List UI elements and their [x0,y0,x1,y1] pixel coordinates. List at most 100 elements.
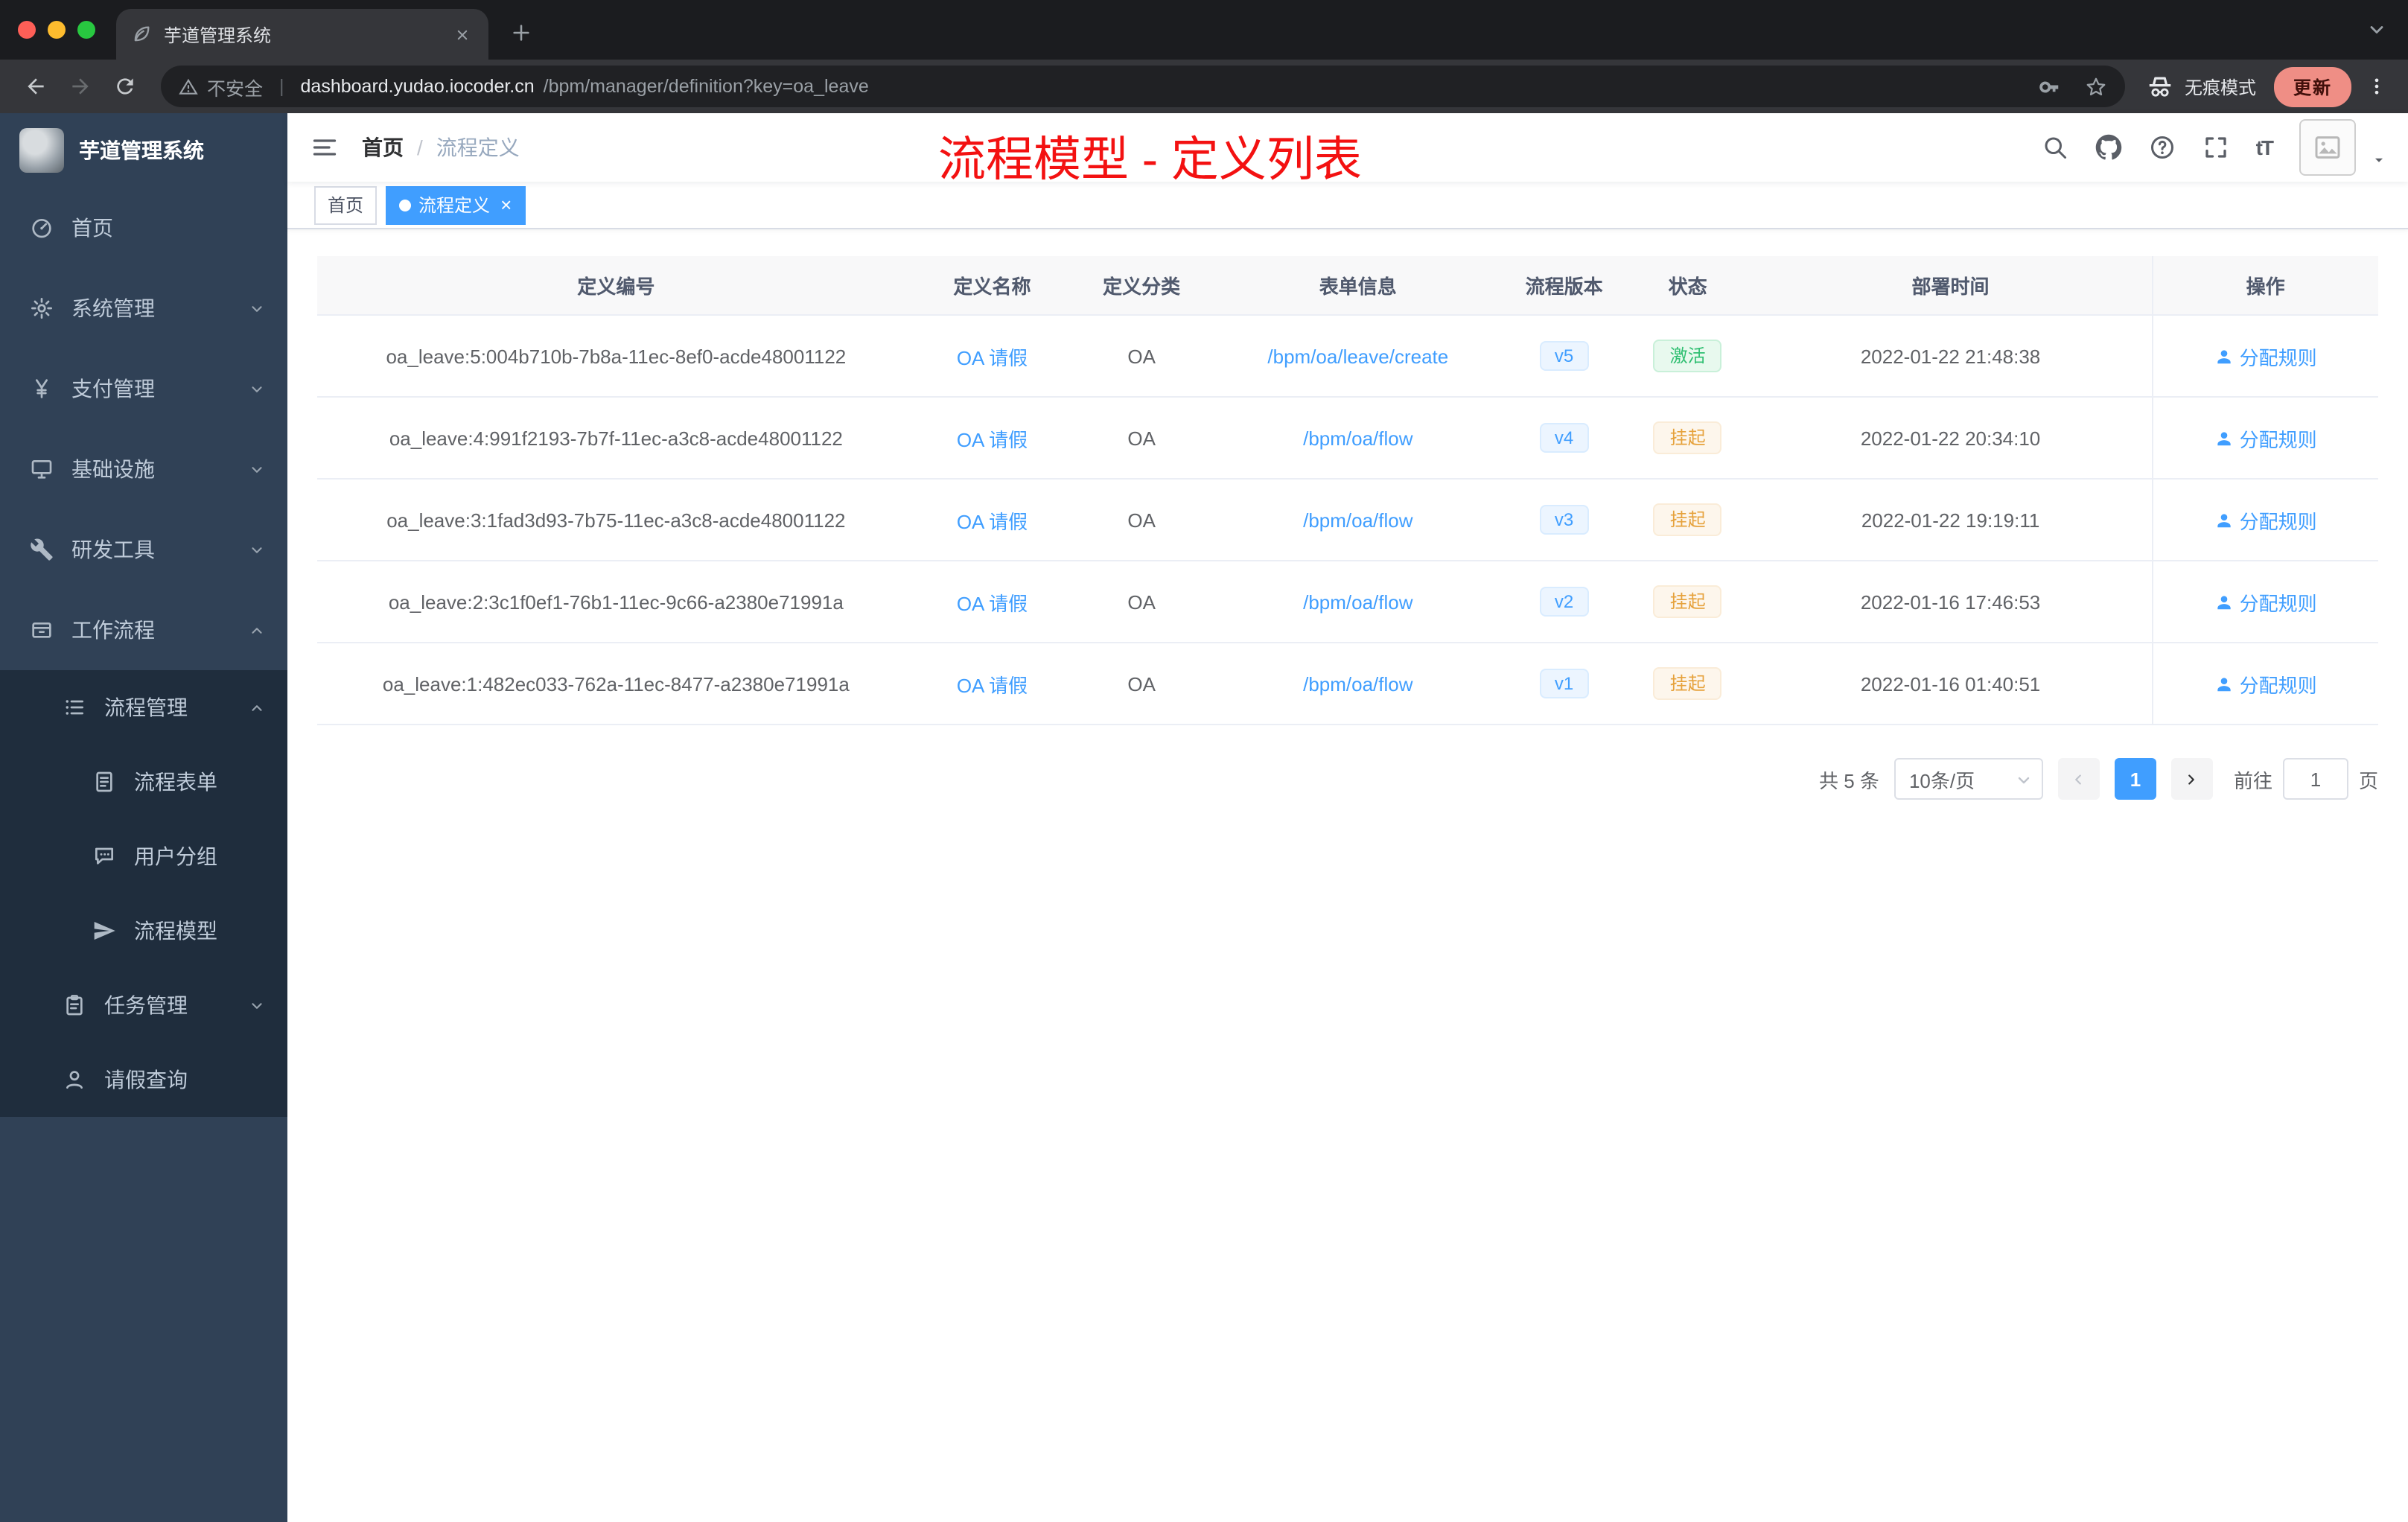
definition-name-link[interactable]: OA 请假 [957,506,1028,534]
assign-rule-link[interactable]: 分配规则 [2214,588,2317,616]
sidebar-item-infrastructure[interactable]: 基础设施 [0,429,287,509]
sidebar-item-leave-query[interactable]: 请假查询 [0,1042,287,1117]
assign-rule-link[interactable]: 分配规则 [2214,424,2317,452]
github-icon[interactable] [2095,134,2122,161]
sidebar-item-home[interactable]: 首页 [0,188,287,268]
page-size-select[interactable]: 10条/页 [1893,758,2043,800]
sidebar-item-user-group[interactable]: 用户分组 [0,819,287,894]
fullscreen-icon[interactable] [2202,134,2229,161]
deploy-time: 2022-01-16 17:46:53 [1860,590,2041,613]
next-page-button[interactable] [2170,758,2213,800]
definition-name-link[interactable]: OA 请假 [957,588,1028,616]
sidebar-item-workflow[interactable]: 工作流程 [0,590,287,670]
user-icon [2214,592,2234,611]
sidebar-item-dev-tools[interactable]: 研发工具 [0,509,287,590]
breadcrumb-home[interactable]: 首页 [362,133,404,162]
logo-title: 芋道管理系统 [79,138,204,162]
tab-search-chevron-icon[interactable] [2366,19,2387,40]
address-bar[interactable]: 不安全 | dashboard.yudao.iocoder.cn/bpm/man… [161,66,2125,107]
goto-page-input[interactable] [2282,758,2348,800]
update-browser-button[interactable]: 更新 [2273,66,2351,106]
definition-name-link[interactable]: OA 请假 [957,669,1028,698]
column-header: 操作 [2151,256,2377,314]
browser-tab[interactable]: 芋道管理系统 [116,9,488,60]
form-link[interactable]: /bpm/oa/leave/create [1267,345,1448,367]
definition-id: oa_leave:4:991f2193-7b7f-11ec-a3c8-acde4… [389,427,843,449]
pagination-jumper: 前往 页 [2234,758,2378,800]
document-icon [92,770,116,794]
sidebar-item-system[interactable]: 系统管理 [0,268,287,348]
incognito-icon [2146,72,2174,101]
table-row: oa_leave:5:004b710b-7b8a-11ec-8ef0-acde4… [317,316,2378,398]
tag-process-definition[interactable]: 流程定义 × [386,185,526,224]
breadcrumb-separator: / [417,136,423,159]
sidebar-item-process-management[interactable]: 流程管理 [0,670,287,745]
hamburger-icon [311,134,338,161]
sidebar-item-task-management[interactable]: 任务管理 [0,968,287,1042]
definition-name-link[interactable]: OA 请假 [957,342,1028,370]
chat-icon [92,844,116,868]
definition-category: OA [1127,345,1156,367]
deploy-time: 2022-01-22 20:34:10 [1860,427,2041,449]
key-icon[interactable] [2039,75,2061,98]
security-label: 不安全 [207,78,264,99]
sidebar-toggle-button[interactable] [287,134,362,161]
definition-name-link[interactable]: OA 请假 [957,424,1028,452]
definition-table: 定义编号 定义名称 定义分类 表单信息 流程版本 状态 部署时间 操作 oa_l… [317,256,2378,725]
send-icon [92,919,116,943]
chevron-down-icon [249,380,265,397]
url-host: dashboard.yudao.iocoder.cn [300,76,535,97]
close-tab-icon[interactable] [450,22,474,46]
content-area: 定义编号 定义名称 定义分类 表单信息 流程版本 状态 部署时间 操作 oa_l… [287,229,2408,827]
chevron-right-icon [2184,771,2200,787]
form-link[interactable]: /bpm/oa/flow [1303,590,1412,613]
active-tag-dot [399,199,412,211]
browser-toolbar: 不安全 | dashboard.yudao.iocoder.cn/bpm/man… [0,60,2408,113]
reload-button[interactable] [104,66,146,107]
maximize-window-button[interactable] [77,21,95,39]
form-link[interactable]: /bpm/oa/flow [1303,509,1412,531]
deploy-time: 2022-01-22 21:48:38 [1860,345,2041,367]
close-window-button[interactable] [18,21,36,39]
navbar-actions: tT [2042,119,2408,176]
chevron-down-icon [249,461,265,477]
avatar-caret-down-icon[interactable] [2371,151,2387,168]
archive-icon [30,618,54,642]
tag-home[interactable]: 首页 [314,185,378,224]
sidebar-logo[interactable]: 芋道管理系统 [0,113,287,188]
avatar[interactable] [2299,119,2356,176]
definition-id: oa_leave:5:004b710b-7b8a-11ec-8ef0-acde4… [386,345,847,367]
user-icon [2214,674,2234,693]
main-panel: 流程模型 - 定义列表 首页 / 流程定义 tT 首页 流程定义 × 定义编号 … [287,113,2408,1522]
assign-rule-link[interactable]: 分配规则 [2214,342,2317,370]
assign-rule-link[interactable]: 分配规则 [2214,506,2317,534]
help-icon[interactable] [2149,134,2176,161]
definition-category: OA [1127,509,1156,531]
definition-id: oa_leave:1:482ec033-762a-11ec-8477-a2380… [382,672,850,695]
forward-button[interactable] [60,66,101,107]
new-tab-button[interactable] [500,12,542,54]
chevron-up-icon [249,699,265,716]
version-badge: v5 [1539,341,1589,371]
sidebar-item-process-model[interactable]: 流程模型 [0,894,287,968]
back-button[interactable] [15,66,57,107]
star-bookmark-icon[interactable] [2085,75,2107,98]
form-link[interactable]: /bpm/oa/flow [1303,427,1412,449]
logo-avatar [19,128,64,173]
page-number-button[interactable]: 1 [2114,758,2156,800]
form-link[interactable]: /bpm/oa/flow [1303,672,1412,695]
table-header-row: 定义编号 定义名称 定义分类 表单信息 流程版本 状态 部署时间 操作 [317,256,2378,316]
sidebar-item-process-form[interactable]: 流程表单 [0,745,287,819]
tag-close-icon[interactable]: × [500,195,512,214]
column-header: 定义编号 [577,276,655,298]
wrench-icon [30,538,54,561]
minimize-window-button[interactable] [48,21,66,39]
prev-page-button[interactable] [2057,758,2100,800]
status-badge: 挂起 [1653,503,1722,536]
search-icon[interactable] [2042,134,2068,161]
list-icon [63,695,86,719]
assign-rule-link[interactable]: 分配规则 [2214,669,2317,698]
font-size-icon[interactable]: tT [2256,136,2274,159]
browser-menu-button[interactable] [2360,70,2393,103]
sidebar-item-payment[interactable]: 支付管理 [0,348,287,429]
